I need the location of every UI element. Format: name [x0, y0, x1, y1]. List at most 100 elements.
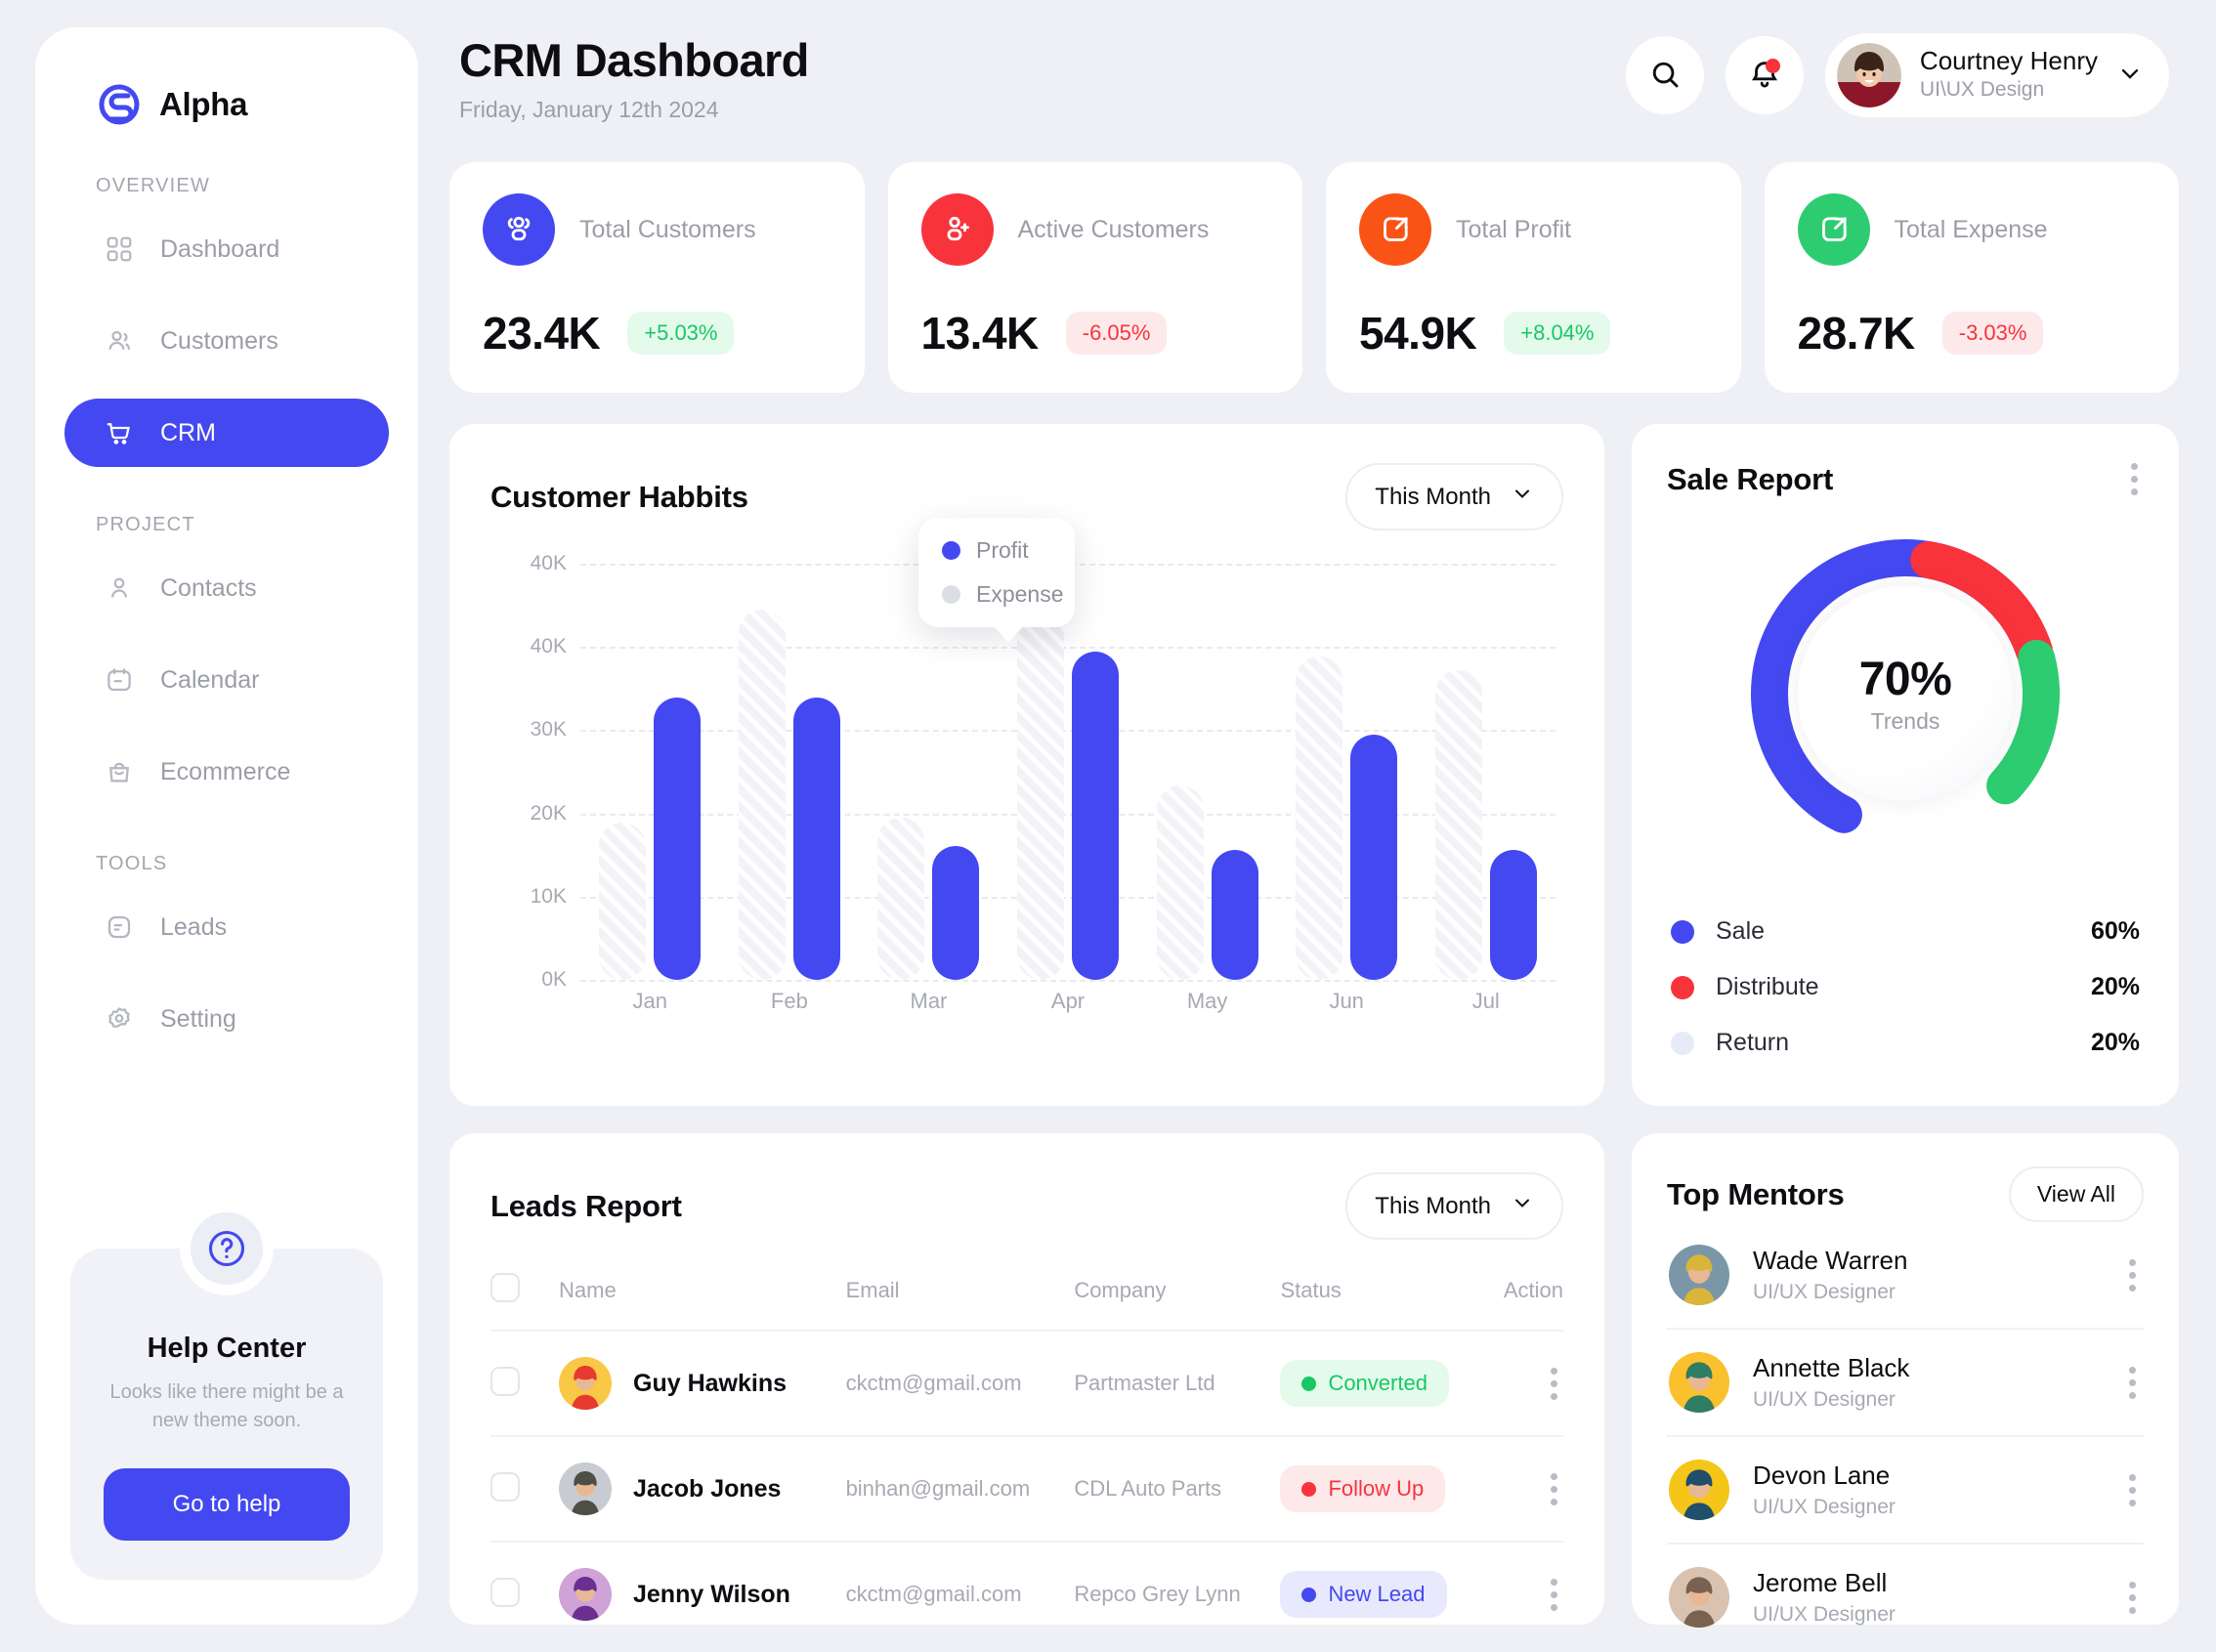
- bar-profit[interactable]: [792, 698, 840, 980]
- bar-group: [580, 564, 720, 980]
- column-header-status: Status: [1280, 1278, 1342, 1302]
- chevron-down-icon: [1511, 482, 1534, 512]
- nav-label-tools: TOOLS: [96, 853, 168, 874]
- lead-company: Repco Grey Lynn: [1074, 1582, 1241, 1606]
- sidebar-item-leads[interactable]: Leads: [64, 893, 389, 961]
- bar-expense[interactable]: [877, 818, 925, 980]
- row-more-icon[interactable]: [1545, 1467, 1563, 1511]
- y-axis-tick: 40K: [530, 635, 567, 658]
- stat-label: Active Customers: [1017, 215, 1210, 243]
- avatar: [1669, 1460, 1729, 1520]
- list-item[interactable]: Annette Black UI/UX Designer: [1667, 1328, 2144, 1435]
- user-icon: [104, 572, 135, 604]
- bar-expense[interactable]: [1296, 656, 1343, 980]
- page-title: CRM Dashboard: [459, 34, 809, 86]
- avatar: [559, 1357, 612, 1410]
- avatar: [1669, 1245, 1729, 1305]
- table-row[interactable]: Guy Hawkins ckctm@gmail.com Partmaster Ltd…: [490, 1330, 1563, 1436]
- mentor-name: Jerome Bell: [1753, 1568, 1888, 1597]
- legend-value: 20%: [2090, 973, 2140, 1000]
- sale-legend: Sale 60% Distribute 20% Return 20%: [1667, 904, 2144, 1071]
- legend-label: Distribute: [1716, 973, 1819, 1000]
- search-button[interactable]: [1625, 36, 1704, 114]
- page-date: Friday, January 12th 2024: [459, 97, 719, 122]
- bar-expense[interactable]: [1017, 610, 1065, 980]
- sidebar-item-dashboard[interactable]: Dashboard: [64, 215, 389, 283]
- cart-icon: [104, 417, 135, 448]
- user-info: Courtney Henry UI\UX Design: [1920, 47, 2098, 103]
- arrow-out-box-icon: [1797, 193, 1870, 266]
- table-row[interactable]: Jacob Jones binhan@gmail.com CDL Auto Part…: [490, 1435, 1563, 1542]
- view-all-button[interactable]: View All: [2008, 1166, 2144, 1222]
- sidebar-item-calendar[interactable]: Calendar: [64, 646, 389, 714]
- sale-legend-item-distribute: Distribute 20%: [1667, 959, 2144, 1015]
- document-icon: [104, 911, 135, 943]
- stat-card-active-customers: Active Customers 13.4K -6.05%: [887, 162, 1302, 393]
- topbar-actions: Courtney Henry UI\UX Design: [1625, 33, 2169, 117]
- mentor-more-icon[interactable]: [2123, 1361, 2142, 1405]
- table-row[interactable]: Jenny Wilson ckctm@gmail.com Repco Grey Ly…: [490, 1541, 1563, 1646]
- help-center-wrapper: Help Center Looks like there might be a …: [35, 1202, 418, 1625]
- row-more-icon[interactable]: [1545, 1362, 1563, 1406]
- row-checkbox[interactable]: [490, 1366, 520, 1396]
- select-all-checkbox[interactable]: [490, 1273, 520, 1302]
- list-item[interactable]: Wade Warren UI/UX Designer: [1667, 1222, 2144, 1328]
- user-profile-menu[interactable]: Courtney Henry UI\UX Design: [1824, 33, 2169, 117]
- list-item[interactable]: Jerome Bell UI/UX Designer: [1667, 1543, 2144, 1650]
- leads-period-select[interactable]: This Month: [1345, 1172, 1563, 1240]
- leads-table: Name Email Company Status Action Guy Haw…: [490, 1273, 1563, 1646]
- chart-y-axis: 40K 40K 30K 20K 10K 0K: [490, 552, 567, 991]
- row-checkbox[interactable]: [490, 1471, 520, 1502]
- more-vertical-icon[interactable]: [2125, 457, 2144, 501]
- brand: Alpha: [35, 66, 418, 128]
- card-title: Top Mentors: [1667, 1176, 1845, 1211]
- chevron-down-icon: [2116, 60, 2144, 92]
- donut-chart: 70% Trends: [1667, 523, 2144, 865]
- page-heading: CRM Dashboard Friday, January 12th 2024: [459, 33, 809, 123]
- legend-label: Sale: [1716, 917, 1766, 945]
- donut-center-label: 70% Trends: [1798, 586, 2013, 801]
- legend-item-profit: Profit: [942, 537, 1051, 564]
- bar-profit[interactable]: [1211, 850, 1258, 980]
- mentor-name: Devon Lane: [1753, 1461, 1891, 1490]
- habits-period-select[interactable]: This Month: [1345, 463, 1563, 530]
- sidebar-item-setting[interactable]: Setting: [64, 985, 389, 1053]
- bar-expense[interactable]: [1156, 785, 1204, 980]
- notifications-button[interactable]: [1725, 36, 1804, 114]
- bar-profit[interactable]: [932, 845, 980, 980]
- sale-legend-item-return: Return 20%: [1667, 1015, 2144, 1071]
- mentor-more-icon[interactable]: [2123, 1576, 2142, 1620]
- sidebar-item-contacts[interactable]: Contacts: [64, 554, 389, 622]
- legend-label: Return: [1716, 1029, 1790, 1056]
- chart-legend-tooltip: Profit Expense: [918, 518, 1075, 643]
- status-badge: New Lead: [1280, 1571, 1447, 1618]
- sidebar-item-ecommerce[interactable]: Ecommerce: [64, 738, 389, 806]
- nav-section-tools: TOOLS Leads Setting: [35, 853, 418, 1053]
- bar-profit[interactable]: [1489, 850, 1537, 980]
- row-checkbox[interactable]: [490, 1577, 520, 1607]
- bar-expense[interactable]: [599, 823, 647, 980]
- nav-label-project: PROJECT: [96, 514, 195, 535]
- bar-profit[interactable]: [1350, 735, 1398, 980]
- list-item[interactable]: Devon Lane UI/UX Designer: [1667, 1435, 2144, 1543]
- bar-group: [1137, 564, 1277, 980]
- sidebar-item-label: Contacts: [160, 573, 257, 602]
- stat-card-total-customers: Total Customers 23.4K +5.03%: [449, 162, 865, 393]
- bar-expense[interactable]: [738, 610, 786, 980]
- sidebar-item-crm[interactable]: CRM: [64, 399, 389, 467]
- alpha-s-logo-icon: [96, 81, 143, 128]
- mentor-more-icon[interactable]: [2123, 1468, 2142, 1512]
- column-header-name: Name: [559, 1278, 617, 1302]
- bar-group: [1416, 564, 1555, 980]
- lead-name: Guy Hawkins: [633, 1369, 787, 1397]
- legend-dot: [1671, 919, 1694, 944]
- arrow-in-box-icon: [1359, 193, 1431, 266]
- bar-profit[interactable]: [1072, 651, 1120, 980]
- row-more-icon[interactable]: [1545, 1573, 1563, 1617]
- go-to-help-button[interactable]: Go to help: [104, 1468, 350, 1541]
- bar-expense[interactable]: [1434, 669, 1482, 980]
- mentor-name: Wade Warren: [1753, 1246, 1908, 1275]
- sidebar-item-customers[interactable]: Customers: [64, 307, 389, 375]
- bar-profit[interactable]: [654, 698, 702, 980]
- mentor-more-icon[interactable]: [2123, 1253, 2142, 1297]
